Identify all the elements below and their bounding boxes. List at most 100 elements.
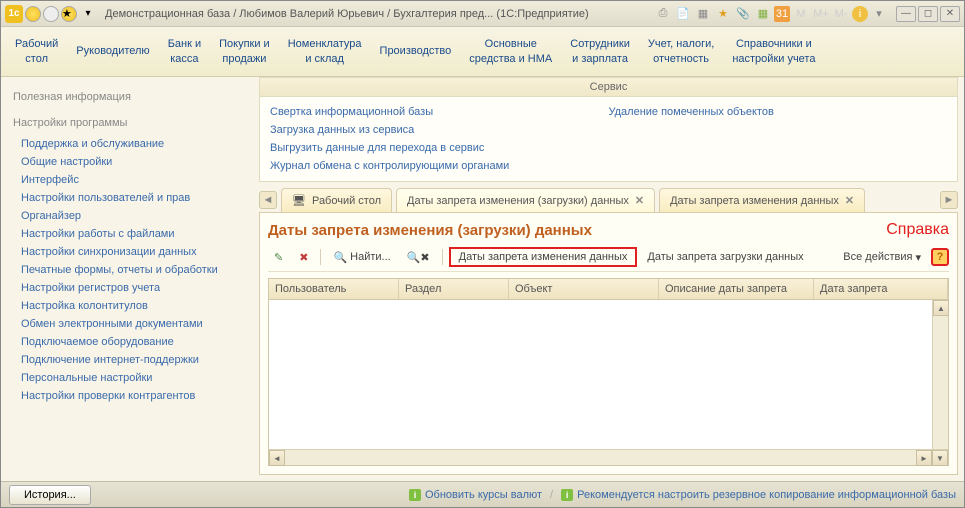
sidebar-link[interactable]: Подключаемое оборудование [13,333,247,351]
titlebar-tools: ⎙ 📄 ▦ ★ 📎 ▦ 31 M M+ M- i ▾ [654,5,888,23]
menu-inventory[interactable]: Номенклатураи склад [282,31,368,72]
form-header: Даты запрета изменения (загрузки) данных… [268,221,949,239]
sidebar-link[interactable]: Настройки проверки контрагентов [13,387,247,405]
tool-icon[interactable]: ▦ [694,5,712,23]
menu-tax[interactable]: Учет, налоги,отчетность [642,31,720,72]
sidebar-link[interactable]: Интерфейс [13,171,247,189]
col-section[interactable]: Раздел [399,279,509,299]
delete-icon[interactable]: ✖ [293,248,314,267]
scroll-right-icon[interactable]: ► [916,450,932,466]
all-actions-button[interactable]: Все действия ▾ [837,248,927,267]
grid-body[interactable]: ▲ [269,300,948,449]
desktop-icon: 🖥 [292,194,306,207]
clear-search-icon[interactable]: 🔍✖ [401,248,436,267]
col-date[interactable]: Дата запрета [814,279,948,299]
tab-dates-change[interactable]: Даты запрета изменения данных ✕ [659,188,865,212]
scrollbar-vertical[interactable]: ▲ [932,300,948,449]
titlebar: 1c ★ ▾ Демонстрационная база / Любимов В… [1,1,964,27]
m3-icon[interactable]: M- [832,5,850,23]
find-button[interactable]: 🔍 Найти... [327,248,396,267]
info-badge-icon: i [561,489,573,501]
nav-back-icon[interactable] [25,6,41,22]
sidebar-link[interactable]: Настройки работы с файлами [13,225,247,243]
service-link[interactable]: Удаление помеченных объектов [609,103,948,121]
tab-nav-right[interactable]: ► [940,191,958,209]
tab-close-icon[interactable]: ✕ [635,194,644,207]
chevron-down-icon: ▾ [915,251,921,264]
form-toolbar: ✎ ✖ 🔍 Найти... 🔍✖ Даты запрета изменения… [268,247,949,272]
find-label: Найти... [350,251,391,263]
tab-label: Рабочий стол [312,195,381,207]
close-button[interactable]: ✕ [940,6,960,22]
scroll-track[interactable] [285,450,916,465]
m2-icon[interactable]: M+ [812,5,830,23]
separator [442,249,443,265]
service-col-1: Свертка информационной базы Загрузка дан… [270,103,609,175]
clip-icon[interactable]: 📎 [734,5,752,23]
service-body: Свертка информационной базы Загрузка дан… [260,97,957,181]
sidebar-link[interactable]: Органайзер [13,207,247,225]
nav-fwd-icon[interactable] [43,6,59,22]
status-link-rates[interactable]: i Обновить курсы валют [409,489,542,501]
sidebar-link[interactable]: Обмен электронными документами [13,315,247,333]
sidebar-link[interactable]: Печатные формы, отчеты и обработки [13,261,247,279]
doc-icon[interactable]: 📄 [674,5,692,23]
statusbar: История... i Обновить курсы валют / i Ре… [1,481,964,507]
star-icon[interactable]: ★ [61,6,77,22]
calc-icon[interactable]: ▦ [754,5,772,23]
sidebar-link[interactable]: Поддержка и обслуживание [13,135,247,153]
menu-desktop[interactable]: Рабочийстол [9,31,64,72]
history-button[interactable]: История... [9,485,91,505]
tab-desktop[interactable]: 🖥 Рабочий стол [281,188,392,212]
col-user[interactable]: Пользователь [269,279,399,299]
menu-settings[interactable]: Справочники инастройки учета [726,31,821,72]
menu-assets[interactable]: Основныесредства и НМА [463,31,558,72]
m1-icon[interactable]: M [792,5,810,23]
sidebar-section-info: Полезная информация [13,91,247,103]
dropdown-icon[interactable]: ▾ [79,5,97,23]
scroll-down-icon[interactable]: ▼ [932,450,948,466]
maximize-button[interactable]: ◻ [918,6,938,22]
menu-sales[interactable]: Покупки ипродажи [213,31,276,72]
tab-nav-left[interactable]: ◄ [259,191,277,209]
info-drop-icon[interactable]: ▾ [870,5,888,23]
menu-bank[interactable]: Банк икасса [162,31,207,72]
minimize-button[interactable]: — [896,6,916,22]
all-actions-label: Все действия [843,251,912,263]
dates-load-button[interactable]: Даты запрета загрузки данных [641,248,809,266]
sidebar-link[interactable]: Настройки пользователей и прав [13,189,247,207]
sidebar-link[interactable]: Настройки регистров учета [13,279,247,297]
dates-change-button[interactable]: Даты запрета изменения данных [449,247,638,267]
sidebar-link[interactable]: Общие настройки [13,153,247,171]
menu-hr[interactable]: Сотрудникии зарплата [564,31,636,72]
service-link[interactable]: Загрузка данных из сервиса [270,121,609,139]
service-link[interactable]: Свертка информационной базы [270,103,609,121]
sidebar-link[interactable]: Настройка колонтитулов [13,297,247,315]
service-link[interactable]: Журнал обмена с контролирующими органами [270,157,609,175]
edit-icon[interactable]: ✎ [268,248,289,267]
tab-dates-load[interactable]: Даты запрета изменения (загрузки) данных… [396,188,655,212]
info-icon[interactable]: i [852,6,868,22]
help-icon[interactable]: ? [931,248,949,266]
tab-close-icon[interactable]: ✕ [845,194,854,207]
sidebar-link[interactable]: Персональные настройки [13,369,247,387]
sidebar: Полезная информация Настройки программы … [1,77,259,481]
service-panel: Сервис Свертка информационной базы Загру… [259,77,958,182]
star2-icon[interactable]: ★ [714,5,732,23]
menu-manager[interactable]: Руководителю [70,31,155,72]
calendar-icon[interactable]: 31 [774,6,790,22]
print-icon[interactable]: ⎙ [654,5,672,23]
window-controls: — ◻ ✕ [896,6,960,22]
col-object[interactable]: Объект [509,279,659,299]
scroll-up-icon[interactable]: ▲ [933,300,949,316]
grid-header: Пользователь Раздел Объект Описание даты… [269,279,948,300]
service-link[interactable]: Выгрузить данные для перехода в сервис [270,139,609,157]
sidebar-link[interactable]: Настройки синхронизации данных [13,243,247,261]
app-icon: 1c [5,5,23,23]
col-desc[interactable]: Описание даты запрета [659,279,814,299]
sidebar-link[interactable]: Подключение интернет-поддержки [13,351,247,369]
status-link-backup[interactable]: i Рекомендуется настроить резервное копи… [561,489,956,501]
scroll-left-icon[interactable]: ◄ [269,450,285,466]
scrollbar-horizontal[interactable]: ◄ ► ▼ [269,449,948,465]
menu-production[interactable]: Производство [374,31,458,72]
